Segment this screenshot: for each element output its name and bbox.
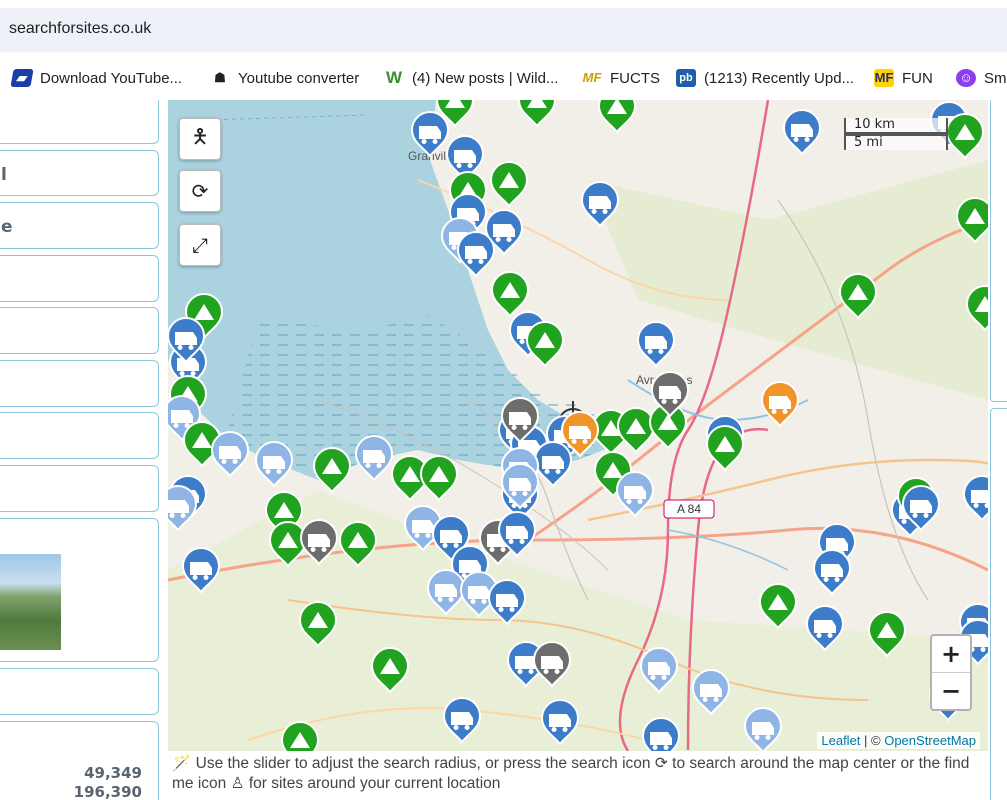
zoom-control: + − <box>930 634 972 711</box>
site-marker[interactable] <box>280 721 320 751</box>
leaflet-link[interactable]: Leaflet <box>821 733 860 748</box>
video-download-icon: ▰ <box>10 69 34 87</box>
scale-mi: 5 mi <box>844 134 948 150</box>
sidebar-item[interactable]: l <box>0 150 159 196</box>
sidebar-item[interactable] <box>0 360 159 407</box>
bookmark-item[interactable]: MF FUCTS <box>582 68 660 88</box>
right-panel-card <box>990 408 1007 800</box>
sidebar-item[interactable] <box>0 668 159 715</box>
sidebar-item[interactable] <box>0 412 159 459</box>
sidebar-item[interactable] <box>0 100 159 144</box>
stat-value: 49,349 <box>84 764 142 782</box>
site-thumbnail[interactable] <box>0 554 61 650</box>
person-pin-icon: ♙ <box>230 775 245 792</box>
bookmark-item[interactable]: ▰ Download YouTube... <box>10 68 182 88</box>
sidebar-item[interactable] <box>0 465 159 512</box>
right-panel <box>988 100 1007 800</box>
site-marker[interactable] <box>641 717 681 751</box>
sidebar-item[interactable] <box>0 255 159 302</box>
mf-logo-icon: MF <box>874 69 894 87</box>
sidebar-item[interactable] <box>0 307 159 354</box>
pb-logo-icon: pb <box>676 69 696 87</box>
stat-value: 196,390 <box>73 783 142 800</box>
map-hint-text: 🪄 Use the slider to adjust the search ra… <box>172 755 970 792</box>
refresh-icon: ⟳ <box>191 179 209 203</box>
sidebar: l e 49,349 196,390 <box>0 100 168 800</box>
address-bar[interactable]: searchforsites.co.uk <box>0 8 1007 52</box>
mf-logo-icon: MF <box>582 70 602 85</box>
magic-wand-icon: 🪄 <box>172 755 192 772</box>
zoom-out-button[interactable]: − <box>932 672 970 709</box>
road-label: A 84 <box>677 502 701 516</box>
fox-icon: ☗ <box>214 70 226 85</box>
sidebar-item[interactable]: e <box>0 202 159 249</box>
search-center-button[interactable]: ⟳ <box>179 170 221 212</box>
bookmark-item[interactable]: W (4) New posts | Wild... <box>384 68 558 88</box>
osm-link[interactable]: OpenStreetMap <box>884 733 976 748</box>
map-base-layer: A 84 Granville Avranches <box>168 100 988 751</box>
refresh-icon: ⟳ <box>654 755 668 772</box>
map-scale: 10 km 5 mi <box>844 118 948 150</box>
zoom-in-button[interactable]: + <box>932 636 970 672</box>
bookmark-item[interactable]: ☗ Youtube converter <box>210 68 359 88</box>
expand-icon: ⤢ <box>192 233 208 257</box>
bookmarks-bar: ▰ Download YouTube... ☗ Youtube converter … <box>0 58 1007 98</box>
bookmark-item[interactable]: pb (1213) Recently Upd... <box>676 68 854 88</box>
url-text: searchforsites.co.uk <box>9 20 152 37</box>
bookmark-item[interactable]: ☺Sma <box>956 68 1007 88</box>
right-panel-card <box>990 100 1007 402</box>
w-logo-icon: W <box>385 68 403 87</box>
map-attribution: Leaflet | © OpenStreetMap <box>817 732 980 749</box>
map-view[interactable]: A 84 Granville Avranches 🯅 ⟳ ⤢ 10 km 5 m… <box>168 100 988 751</box>
find-me-button[interactable]: 🯅 <box>179 118 221 160</box>
fullscreen-button[interactable]: ⤢ <box>179 224 221 266</box>
scale-km: 10 km <box>844 118 948 134</box>
person-pin-icon: 🯅 <box>191 124 209 148</box>
bookmark-item[interactable]: MF FUN <box>874 68 933 88</box>
twitch-icon: ☺ <box>956 69 976 87</box>
